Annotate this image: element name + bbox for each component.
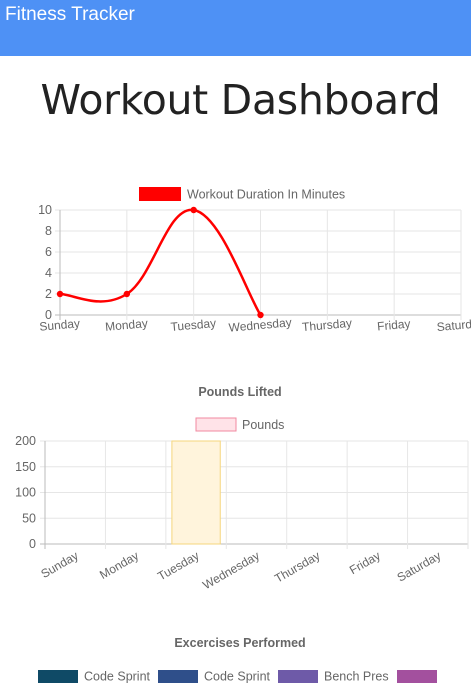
y-tick-label: 150: [15, 460, 36, 474]
workout-duration-chart: 0246810 Sunday Monday Tuesday Wednesday Thur…: [38, 187, 471, 335]
data-point[interactable]: [257, 311, 264, 319]
exercises-performed-chart: Excercises Performed Code Sprint Code Spr…: [38, 636, 437, 684]
x-tick-label: Saturday: [395, 548, 444, 584]
chart-title: Pounds Lifted: [198, 385, 281, 399]
legend-swatch: [397, 670, 437, 683]
data-point[interactable]: [190, 206, 197, 214]
legend-swatch: [139, 187, 181, 201]
x-tick-label: Sunday: [38, 548, 80, 580]
y-tick-label: 200: [15, 434, 36, 448]
x-tick-label: Monday: [97, 548, 141, 581]
x-tick-label: Wednesday: [200, 548, 262, 592]
legend-label: Workout Duration In Minutes: [187, 188, 345, 202]
x-tick-label: Wednesday: [228, 315, 292, 334]
legend-label: Bench Pres: [324, 670, 389, 684]
chart-title: Excercises Performed: [174, 636, 305, 650]
series-duration: [56, 206, 264, 319]
y-tick-label: 100: [15, 486, 36, 500]
navbar-brand[interactable]: Fitness Tracker: [5, 4, 135, 26]
x-axis-ticks: Sunday Monday Tuesday Wednesday Thursday Frid…: [39, 315, 471, 334]
chart-legend[interactable]: Workout Duration In Minutes: [139, 187, 345, 202]
x-axis-ticks: Sunday Monday TuesdayWednesday Thursday Frid…: [38, 548, 443, 592]
data-point[interactable]: [56, 290, 64, 298]
x-tick-label: Thursday: [272, 548, 322, 585]
x-tick-label: Friday: [377, 317, 411, 334]
chart-grid: [40, 440, 469, 549]
y-tick-label: 8: [45, 224, 52, 238]
x-tick-label: Tuesday: [170, 316, 217, 334]
series-line: [59, 208, 262, 316]
bar[interactable]: [171, 440, 221, 545]
x-tick-label: Monday: [105, 316, 149, 334]
y-tick-label: 4: [45, 266, 52, 280]
x-tick-label: Thursday: [301, 316, 352, 334]
series-pounds: [171, 440, 221, 545]
legend-label: Pounds: [242, 418, 284, 432]
y-tick-label: 10: [38, 203, 52, 217]
legend-swatch: [195, 417, 237, 432]
y-axis-ticks: 0246810: [38, 203, 52, 322]
chart-grid: [55, 209, 462, 320]
chart-legend[interactable]: Pounds: [195, 417, 284, 432]
y-tick-label: 2: [45, 287, 52, 301]
y-tick-label: 6: [45, 245, 52, 259]
page-title: Workout Dashboard: [40, 76, 441, 124]
x-tick-label: Friday: [347, 548, 383, 577]
navbar: Fitness Tracker: [0, 0, 471, 56]
legend-swatch: [278, 670, 318, 683]
legend-swatch: [158, 670, 198, 683]
legend-label: Code Sprint: [204, 670, 271, 684]
pounds-lifted-chart: Pounds Lifted Pounds 0 50 100 150 200 Sunday…: [15, 385, 469, 592]
x-tick-label: Sunday: [39, 316, 81, 333]
legend-label: Code Sprint: [84, 670, 151, 684]
y-tick-label: 0: [29, 537, 36, 551]
chart-legend[interactable]: Code Sprint Code Sprint Bench Pres: [38, 670, 437, 684]
y-axis-ticks: 0 50 100 150 200: [15, 434, 36, 551]
legend-swatch: [38, 670, 78, 683]
x-tick-label: Tuesday: [155, 548, 201, 583]
y-tick-label: 50: [22, 511, 36, 525]
x-tick-label: Saturday: [436, 316, 471, 334]
data-point[interactable]: [123, 290, 131, 298]
